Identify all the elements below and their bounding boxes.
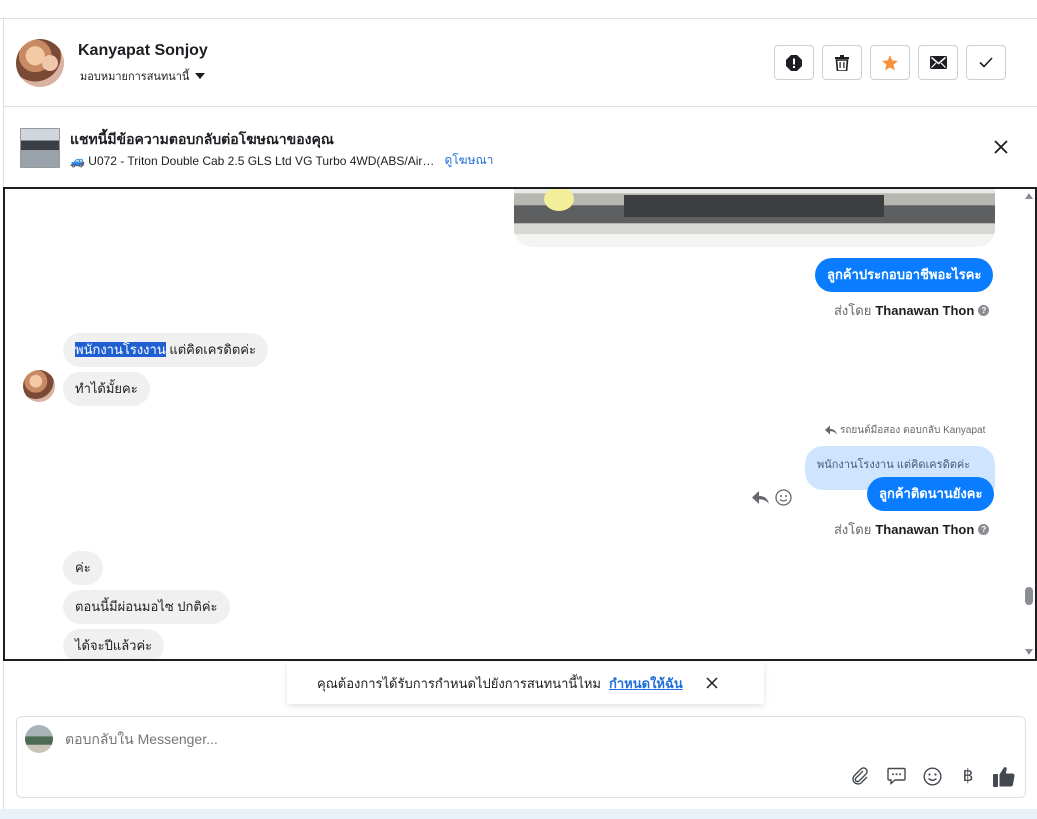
mark-unread-button[interactable]	[918, 45, 958, 80]
message-incoming[interactable]: ทำได้มั้ยคะ	[63, 372, 150, 406]
message-outgoing[interactable]: ลูกค้าติดนานยังคะ	[867, 477, 995, 511]
sent-by-label: ส่งโดย Thanawan Thon ?	[834, 519, 990, 540]
composer-tools: ฿	[849, 765, 1015, 787]
message-thread[interactable]: ลูกค้าประกอบอาชีพอะไรคะ ส่งโดย Thanawan …	[3, 187, 1037, 661]
contact-avatar-small	[23, 370, 55, 402]
scroll-down-arrow-icon[interactable]	[1025, 649, 1033, 655]
payment-button[interactable]: ฿	[957, 765, 979, 787]
mark-spam-button[interactable]	[774, 45, 814, 80]
saved-replies-icon	[886, 767, 906, 785]
sent-by-name: Thanawan Thon	[875, 303, 975, 318]
close-icon[interactable]	[992, 138, 1010, 156]
thread-scrollbar[interactable]	[1023, 189, 1035, 659]
ad-thumbnail	[20, 128, 60, 168]
assign-conversation-dropdown[interactable]: มอบหมายการสนทนานี้	[80, 67, 206, 85]
paperclip-icon	[852, 767, 868, 785]
selected-text: พนักงานโรงงาน	[75, 342, 166, 357]
view-ad-link[interactable]: ดูโฆษณา	[444, 151, 493, 170]
baht-icon: ฿	[962, 766, 974, 786]
like-button[interactable]	[993, 765, 1015, 787]
reply-header-text: รถยนต์มือสอง ตอบกลับ Kanyapat	[840, 425, 986, 436]
help-icon[interactable]: ?	[978, 524, 990, 535]
message-incoming[interactable]: พนักงานโรงงาน แต่คิดเครดิตค่ะ	[63, 333, 268, 367]
contact-avatar[interactable]	[16, 39, 64, 87]
ad-banner-subtitle: 🚙 U072 - Triton Double Cab 2.5 GLS Ltd V…	[70, 153, 435, 168]
message-outgoing[interactable]: ลูกค้าประกอบอาชีพอะไรคะ	[815, 258, 994, 292]
spam-icon	[786, 54, 802, 71]
scroll-up-arrow-icon[interactable]	[1025, 193, 1033, 199]
message-hover-actions	[752, 489, 792, 506]
mail-icon	[929, 56, 947, 69]
top-strip	[0, 0, 1037, 19]
caret-down-icon	[195, 73, 206, 79]
ad-banner-subtitle-row: 🚙 U072 - Triton Double Cab 2.5 GLS Ltd V…	[70, 151, 493, 170]
reply-header: รถยนต์มือสอง ตอบกลับ Kanyapat	[825, 423, 985, 438]
close-icon[interactable]	[705, 676, 719, 690]
sent-by-name: Thanawan Thon	[875, 522, 975, 537]
message-incoming[interactable]: ได้จะปีแล้วค่ะ	[63, 629, 165, 659]
message-text: แต่คิดเครดิตค่ะ	[165, 342, 256, 357]
emoji-react-icon[interactable]	[775, 489, 792, 506]
help-icon[interactable]: ?	[978, 305, 990, 316]
check-icon	[979, 57, 993, 68]
ad-banner-title: แชทนี้มีข้อความตอบกลับต่อโฆษณาของคุณ	[70, 131, 334, 147]
reply-icon[interactable]	[752, 490, 769, 505]
attach-button[interactable]	[849, 765, 871, 787]
sent-by-prefix: ส่งโดย	[834, 522, 872, 537]
star-icon	[882, 54, 898, 70]
assign-to-me-link[interactable]: กำหนดให้ฉัน	[609, 673, 683, 694]
message-composer: ฿	[16, 716, 1026, 798]
bottom-strip	[0, 809, 1037, 819]
contact-name[interactable]: Kanyapat Sonjoy	[78, 42, 208, 60]
saved-replies-button[interactable]	[885, 765, 907, 787]
delete-button[interactable]	[822, 45, 862, 80]
page-avatar	[25, 725, 53, 753]
reply-input[interactable]	[65, 731, 765, 747]
assign-prompt: คุณต้องการได้รับการกำหนดไปยังการสนทนานี้…	[287, 662, 764, 704]
ad-reply-banner: แชทนี้มีข้อความตอบกลับต่อโฆษณาของคุณ 🚙 U…	[4, 108, 1037, 187]
sent-by-label: ส่งโดย Thanawan Thon ?	[834, 300, 990, 321]
header-actions	[774, 45, 1006, 80]
emoji-icon	[922, 766, 942, 786]
reply-arrow-icon	[825, 425, 837, 435]
conversation-header: Kanyapat Sonjoy มอบหมายการสนทนานี้	[4, 20, 1037, 107]
message-incoming[interactable]: ค่ะ	[63, 551, 103, 585]
mark-done-button[interactable]	[966, 45, 1006, 80]
message-incoming[interactable]: ตอนนี้มีผ่อนมอไซ ปกติค่ะ	[63, 590, 230, 624]
sent-by-prefix: ส่งโดย	[834, 303, 872, 318]
emoji-button[interactable]	[921, 765, 943, 787]
trash-icon	[835, 54, 849, 71]
thumbs-up-icon	[993, 766, 1015, 787]
star-button[interactable]	[870, 45, 910, 80]
assign-label: มอบหมายการสนทนานี้	[80, 71, 190, 83]
attached-photo[interactable]	[514, 189, 995, 247]
assign-prompt-text: คุณต้องการได้รับการกำหนดไปยังการสนทนานี้…	[317, 675, 601, 691]
scrollbar-thumb[interactable]	[1025, 587, 1033, 605]
